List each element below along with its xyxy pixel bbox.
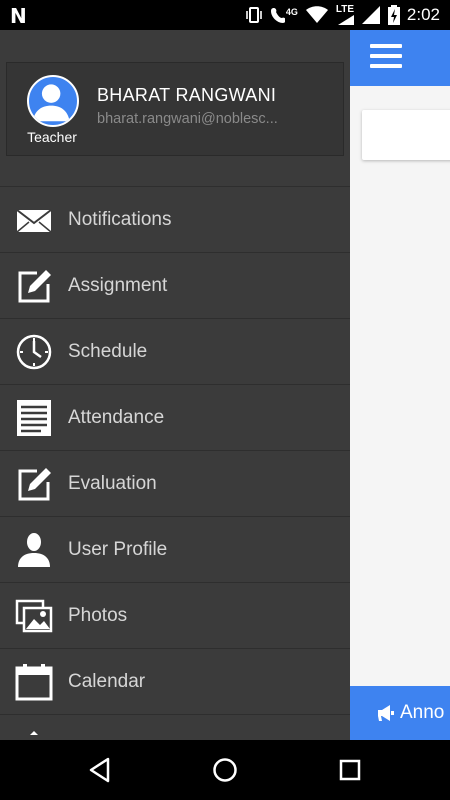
- drawer-item-schedule[interactable]: Schedule: [0, 318, 350, 384]
- call-4g-icon: 4G: [270, 7, 298, 23]
- photos-icon: [15, 599, 53, 633]
- signal-icon: [338, 15, 354, 25]
- user-role: Teacher: [27, 129, 77, 145]
- user-email: bharat.rangwani@noblesc...: [97, 111, 278, 127]
- status-icons: 4G LTE: [245, 5, 400, 25]
- content-card[interactable]: [362, 110, 450, 160]
- home-icon[interactable]: [211, 756, 239, 784]
- more-item-icon: [30, 731, 38, 735]
- menu-icon[interactable]: [370, 44, 402, 70]
- envelope-icon: [16, 209, 52, 233]
- drawer-menu: Notifications Assignment Schedule Attend…: [0, 186, 350, 740]
- navigation-drawer: Teacher BHARAT RANGWANI bharat.rangwani@…: [0, 30, 350, 740]
- user-icon: [18, 533, 50, 567]
- wifi-icon: [305, 6, 328, 23]
- user-name: BHARAT RANGWANI: [97, 85, 277, 105]
- status-bar: N 4G LTE 2:02: [0, 0, 450, 30]
- megaphone-icon: [378, 705, 394, 721]
- drawer-item-attendance[interactable]: Attendance: [0, 384, 350, 450]
- network-type: LTE: [335, 4, 354, 15]
- battery-charging-icon: [388, 5, 400, 25]
- back-icon[interactable]: [86, 756, 114, 784]
- signal-icon: [362, 6, 380, 24]
- drawer-item-more[interactable]: [0, 714, 350, 740]
- n-notification-icon: N: [10, 4, 27, 28]
- drawer-item-photos[interactable]: Photos: [0, 582, 350, 648]
- edit-icon: [18, 270, 51, 303]
- drawer-item-user-profile[interactable]: User Profile: [0, 516, 350, 582]
- system-nav-bar: [0, 740, 450, 800]
- clock: 2:02: [406, 5, 440, 24]
- user-avatar-icon: [32, 84, 70, 122]
- calendar-icon: [15, 664, 53, 701]
- recents-icon[interactable]: [336, 756, 364, 784]
- profile-header[interactable]: Teacher BHARAT RANGWANI bharat.rangwani@…: [6, 62, 344, 156]
- clock-icon: [16, 334, 52, 370]
- announcement-label: Anno: [400, 702, 445, 723]
- drawer-item-assignment[interactable]: Assignment: [0, 252, 350, 318]
- vibrate-icon: [246, 7, 262, 23]
- drawer-item-notifications[interactable]: Notifications: [0, 186, 350, 252]
- edit-icon: [18, 468, 51, 501]
- app-area: Anno Teacher BHARAT RANGWANI bharat.rang…: [0, 30, 450, 740]
- drawer-item-calendar[interactable]: Calendar: [0, 648, 350, 714]
- announcement-bar[interactable]: Anno: [350, 686, 450, 740]
- avatar: [27, 75, 79, 127]
- drawer-item-evaluation[interactable]: Evaluation: [0, 450, 350, 516]
- list-icon: [17, 400, 51, 436]
